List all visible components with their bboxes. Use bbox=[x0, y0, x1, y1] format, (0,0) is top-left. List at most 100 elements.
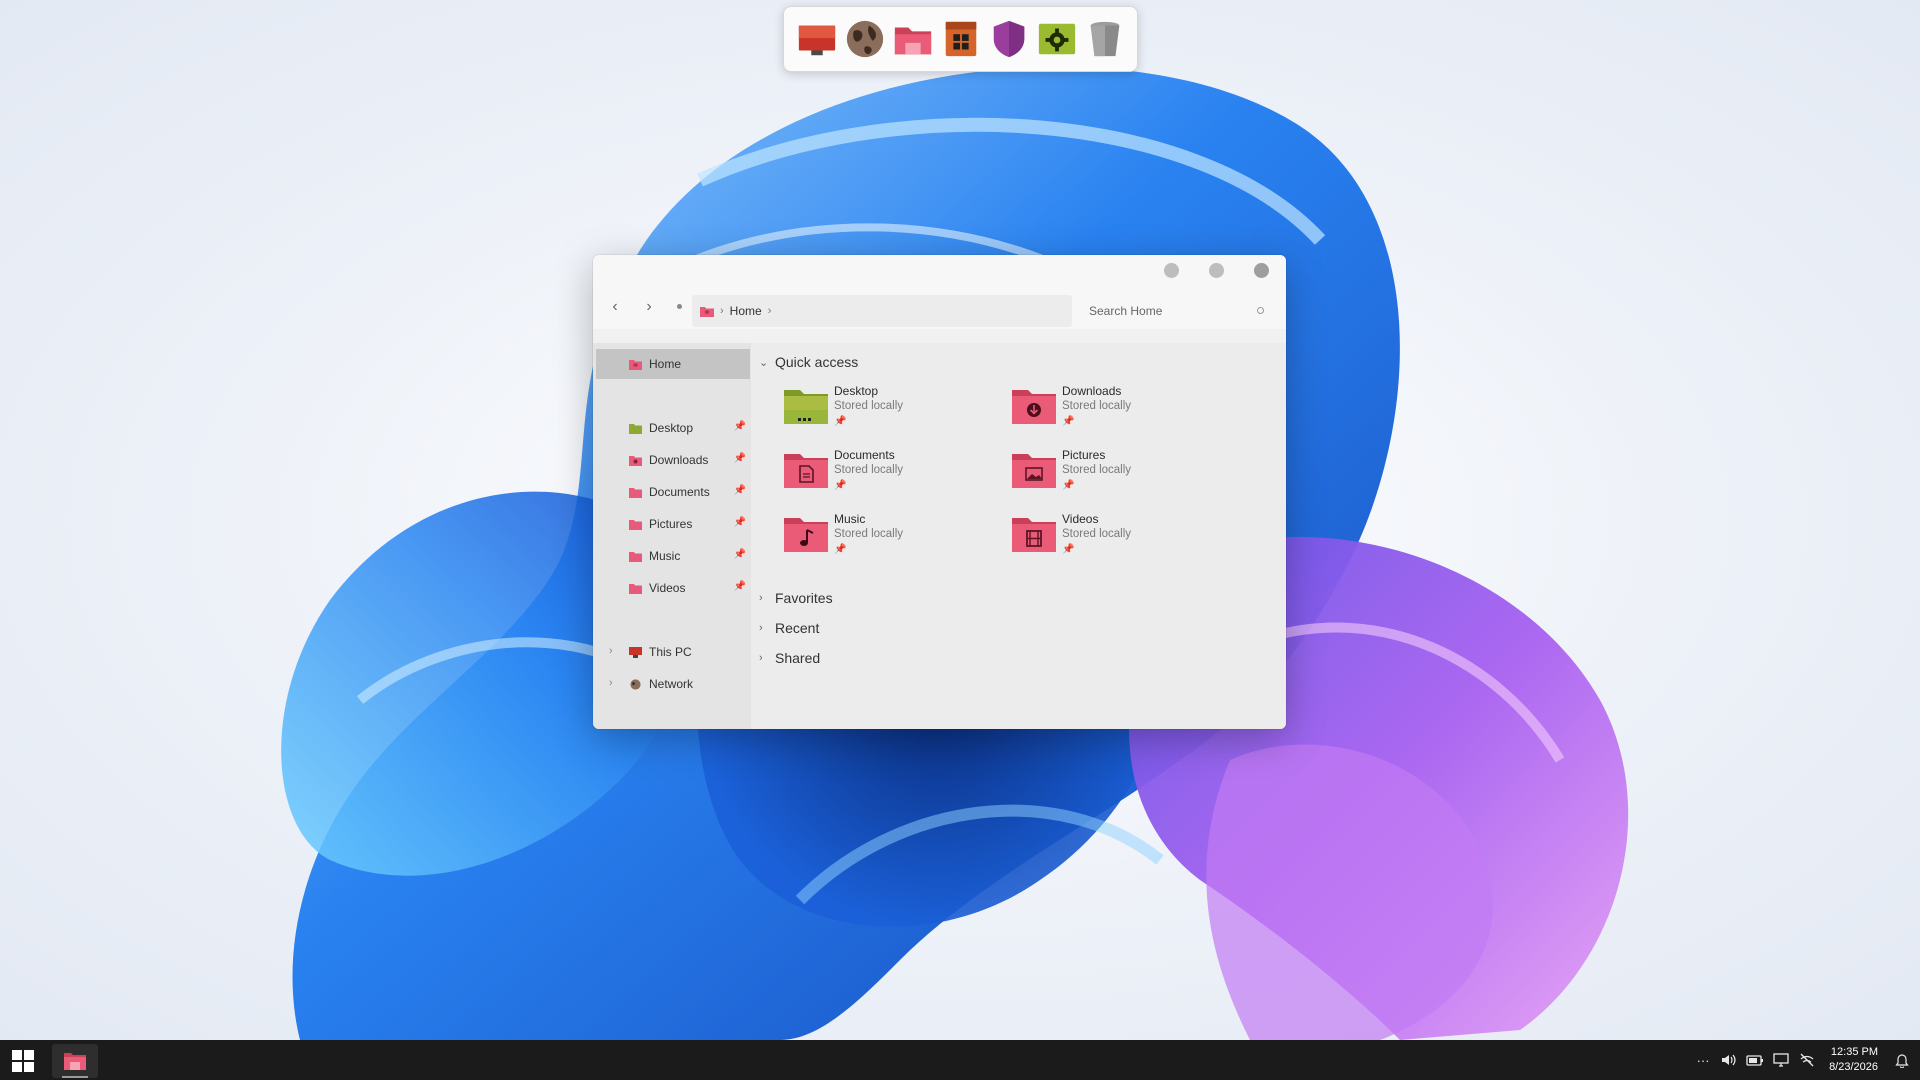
pin-icon[interactable]: 📌 bbox=[734, 485, 746, 496]
start-button[interactable] bbox=[12, 1050, 34, 1072]
folder-name: Videos bbox=[1062, 512, 1099, 526]
pin-icon: 📌 bbox=[1062, 480, 1075, 491]
search-input[interactable]: Search Home bbox=[1078, 295, 1276, 327]
pictures-folder-icon bbox=[1012, 454, 1056, 488]
sidebar-item-desktop[interactable]: Desktop 📌 bbox=[596, 413, 750, 443]
address-bar[interactable]: › Home › bbox=[692, 295, 1072, 327]
battery-icon[interactable] bbox=[1743, 1048, 1767, 1072]
windows-logo-icon bbox=[12, 1062, 22, 1072]
chevron-right-icon: › bbox=[759, 652, 763, 664]
downloads-folder-icon bbox=[1012, 390, 1056, 424]
dock-settings[interactable] bbox=[1036, 16, 1078, 62]
folder-name: Pictures bbox=[1062, 448, 1106, 462]
section-title: Shared bbox=[775, 650, 821, 666]
windows-logo-icon bbox=[24, 1062, 34, 1072]
dock-security[interactable] bbox=[988, 16, 1030, 62]
close-button[interactable] bbox=[1254, 263, 1269, 278]
sidebar-item-pictures[interactable]: Pictures 📌 bbox=[596, 509, 750, 539]
folder-status: Stored locally bbox=[1062, 464, 1132, 476]
breadcrumb-separator[interactable]: › bbox=[768, 305, 772, 317]
sidebar-item-label: Desktop bbox=[649, 421, 694, 435]
maximize-button[interactable] bbox=[1209, 263, 1224, 278]
system-tray: ··· 12:35 PM 8/23/2026 bbox=[1691, 1040, 1920, 1080]
breadcrumb-separator: › bbox=[720, 305, 724, 317]
recent-locations-button[interactable] bbox=[677, 304, 682, 309]
sidebar-item-label: Documents bbox=[649, 485, 710, 499]
pictures-folder-icon bbox=[629, 520, 642, 530]
pin-icon: 📌 bbox=[834, 544, 847, 555]
display-icon[interactable] bbox=[1769, 1048, 1793, 1072]
sidebar-item-home[interactable]: Home bbox=[596, 349, 750, 379]
dock-recycle-bin[interactable] bbox=[1084, 16, 1126, 62]
taskbar-file-explorer[interactable] bbox=[52, 1044, 98, 1078]
volume-icon[interactable] bbox=[1717, 1048, 1741, 1072]
taskbar-clock[interactable]: 12:35 PM 8/23/2026 bbox=[1829, 1045, 1878, 1075]
pin-icon[interactable]: 📌 bbox=[734, 581, 746, 592]
downloads-folder-icon bbox=[629, 456, 642, 466]
folder-status: Stored locally bbox=[1062, 400, 1132, 412]
sidebar-item-this-pc[interactable]: › This PC bbox=[596, 637, 750, 667]
chevron-down-icon: ⌄ bbox=[759, 356, 769, 369]
sidebar-item-videos[interactable]: Videos 📌 bbox=[596, 573, 750, 603]
chevron-right-icon: › bbox=[759, 622, 763, 634]
dock-store[interactable] bbox=[940, 16, 982, 62]
section-quick-access[interactable]: ⌄ Quick access bbox=[759, 354, 858, 370]
quick-access-desktop[interactable]: Desktop Stored locally 📌 bbox=[783, 382, 1003, 440]
chevron-right-icon: › bbox=[646, 298, 652, 315]
sidebar-item-network[interactable]: › Network bbox=[596, 669, 750, 699]
section-title: Quick access bbox=[775, 354, 859, 370]
network-disconnected-icon[interactable] bbox=[1795, 1048, 1819, 1072]
search-icon[interactable] bbox=[1257, 307, 1264, 314]
pin-icon: 📌 bbox=[834, 480, 847, 491]
content-pane: ⌄ Quick access Desktop Stored locally 📌 … bbox=[751, 343, 1286, 729]
folder-status: Stored locally bbox=[834, 400, 904, 412]
section-favorites[interactable]: › Favorites bbox=[759, 590, 833, 606]
pin-icon[interactable]: 📌 bbox=[734, 517, 746, 528]
quick-access-videos[interactable]: Videos Stored locally 📌 bbox=[1011, 510, 1231, 568]
section-recent[interactable]: › Recent bbox=[759, 620, 819, 636]
quick-access-downloads[interactable]: Downloads Stored locally 📌 bbox=[1011, 382, 1231, 440]
back-button[interactable]: ‹ bbox=[605, 297, 625, 317]
breadcrumb-home[interactable]: Home bbox=[730, 304, 762, 318]
folder-status: Stored locally bbox=[834, 464, 904, 476]
tray-overflow-button[interactable]: ··· bbox=[1691, 1048, 1715, 1072]
windows-logo-icon bbox=[24, 1050, 34, 1060]
quick-access-pictures[interactable]: Pictures Stored locally 📌 bbox=[1011, 446, 1231, 504]
sidebar-item-documents[interactable]: Documents 📌 bbox=[596, 477, 750, 507]
dock-file-explorer[interactable] bbox=[892, 16, 934, 62]
home-folder-icon bbox=[700, 306, 714, 317]
dock-network[interactable] bbox=[844, 16, 886, 62]
forward-button[interactable]: › bbox=[639, 297, 659, 317]
monitor-icon bbox=[629, 647, 642, 658]
pin-icon[interactable]: 📌 bbox=[734, 421, 746, 432]
navigation-toolbar: ‹ › › Home › Search Home bbox=[593, 285, 1286, 329]
more-icon: ··· bbox=[1696, 1052, 1710, 1068]
store-icon bbox=[945, 21, 976, 57]
notification-bell-icon[interactable] bbox=[1890, 1048, 1914, 1072]
chevron-right-icon[interactable]: › bbox=[609, 645, 613, 657]
clock-time: 12:35 PM bbox=[1830, 1046, 1878, 1058]
videos-folder-icon bbox=[629, 584, 642, 594]
sidebar-item-label: Videos bbox=[649, 581, 686, 595]
sidebar-item-music[interactable]: Music 📌 bbox=[596, 541, 750, 571]
window-titlebar[interactable] bbox=[593, 255, 1286, 285]
music-folder-icon bbox=[629, 552, 642, 562]
folder-name: Music bbox=[834, 512, 866, 526]
dock-this-pc[interactable] bbox=[796, 16, 838, 62]
quick-access-music[interactable]: Music Stored locally 📌 bbox=[783, 510, 1003, 568]
sidebar-item-downloads[interactable]: Downloads 📌 bbox=[596, 445, 750, 475]
minimize-button[interactable] bbox=[1164, 263, 1179, 278]
documents-folder-icon bbox=[629, 488, 642, 498]
pin-icon[interactable]: 📌 bbox=[734, 549, 746, 560]
clock-date: 8/23/2026 bbox=[1829, 1061, 1878, 1073]
section-shared[interactable]: › Shared bbox=[759, 650, 820, 666]
pin-icon[interactable]: 📌 bbox=[734, 453, 746, 464]
sidebar-item-label: Downloads bbox=[649, 453, 709, 467]
folder-icon bbox=[894, 27, 931, 55]
trash-icon bbox=[1090, 21, 1119, 57]
chevron-right-icon[interactable]: › bbox=[609, 677, 613, 689]
running-indicator bbox=[62, 1076, 88, 1078]
folder-name: Documents bbox=[834, 448, 895, 462]
quick-access-documents[interactable]: Documents Stored locally 📌 bbox=[783, 446, 1003, 504]
videos-folder-icon bbox=[1012, 518, 1056, 552]
